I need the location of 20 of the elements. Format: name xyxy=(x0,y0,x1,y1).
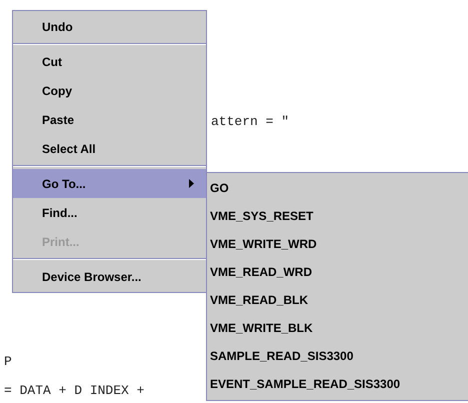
menu-item[interactable]: VME_WRITE_BLK xyxy=(207,314,468,342)
menu-item[interactable]: VME_WRITE_WRD xyxy=(207,230,468,258)
code-line: = DATA + D INDEX + xyxy=(4,383,144,399)
code-line: attern = " xyxy=(211,113,290,130)
menu-item[interactable]: VME_READ_WRD xyxy=(207,258,468,286)
menu-item[interactable]: VME_READ_BLK xyxy=(207,286,468,314)
menu-item[interactable]: VME_SYS_RESET xyxy=(207,202,468,230)
menu-item[interactable]: GO xyxy=(207,174,468,202)
menu-item[interactable]: EVENT_SAMPLE_READ_SIS3300 xyxy=(207,370,468,398)
menu-item[interactable]: Copy xyxy=(13,76,206,105)
menu-item[interactable]: Undo xyxy=(13,12,206,41)
menu-item[interactable]: Select All xyxy=(13,134,206,163)
menu-item[interactable]: Device Browser... xyxy=(13,262,206,291)
menu-item[interactable]: Go To... xyxy=(13,169,206,198)
submenu-arrow-icon xyxy=(189,179,194,188)
code-line: P xyxy=(4,354,12,370)
menu-item[interactable]: Paste xyxy=(13,105,206,134)
menu-item[interactable]: Find... xyxy=(13,198,206,227)
menu-item[interactable]: Cut xyxy=(13,47,206,76)
menu-item[interactable]: SAMPLE_READ_SIS3300 xyxy=(207,342,468,370)
